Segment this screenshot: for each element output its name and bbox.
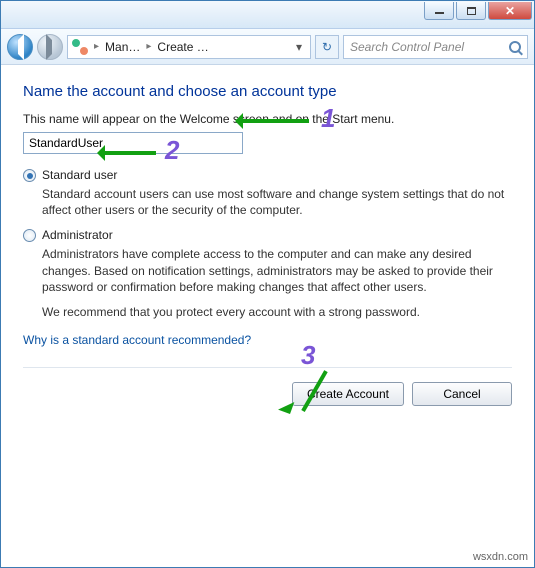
close-button[interactable]: ✕ [488, 2, 532, 20]
control-panel-icon [72, 39, 88, 55]
desc-admin: Administrators have complete access to t… [42, 246, 512, 295]
label-admin: Administrator [42, 228, 113, 242]
refresh-button[interactable]: ↻ [315, 35, 339, 59]
maximize-button[interactable] [456, 2, 486, 20]
search-placeholder: Search Control Panel [350, 40, 464, 54]
option-admin[interactable]: Administrator [23, 228, 512, 242]
minimize-icon [435, 12, 444, 14]
label-standard: Standard user [42, 168, 117, 182]
chevron-right-icon: ▸ [144, 41, 153, 52]
close-icon: ✕ [505, 4, 515, 18]
content-area: Name the account and choose an account t… [1, 65, 534, 422]
password-recommendation: We recommend that you protect every acco… [42, 305, 512, 319]
page-heading: Name the account and choose an account t… [23, 83, 512, 100]
address-dropdown-icon[interactable]: ▾ [292, 40, 306, 54]
breadcrumb-1[interactable]: Man… [105, 40, 140, 54]
minimize-button[interactable] [424, 2, 454, 20]
account-type-group: Standard user Standard account users can… [23, 168, 512, 319]
option-standard[interactable]: Standard user [23, 168, 512, 182]
nav-toolbar: ▸ Man… ▸ Create … ▾ ↻ Search Control Pan… [1, 29, 534, 65]
account-name-input[interactable] [23, 132, 243, 154]
desc-standard: Standard account users can use most soft… [42, 186, 512, 218]
refresh-icon: ↻ [322, 40, 332, 54]
chevron-right-icon: ▸ [92, 41, 101, 52]
search-icon [509, 41, 521, 53]
why-standard-link[interactable]: Why is a standard account recommended? [23, 333, 512, 347]
watermark: wsxdn.com [473, 551, 528, 563]
create-account-button[interactable]: Create Account [292, 382, 404, 406]
radio-standard[interactable] [23, 169, 36, 182]
cancel-button[interactable]: Cancel [412, 382, 512, 406]
window-frame: ✕ ▸ Man… ▸ Create … ▾ ↻ Search Control P… [0, 0, 535, 568]
maximize-icon [467, 7, 476, 15]
button-row: Create Account Cancel [23, 367, 512, 406]
arrow-left-icon [12, 40, 28, 54]
titlebar: ✕ [1, 1, 534, 29]
radio-admin[interactable] [23, 229, 36, 242]
forward-button[interactable] [37, 34, 63, 60]
breadcrumb-2[interactable]: Create … [157, 40, 208, 54]
address-bar[interactable]: ▸ Man… ▸ Create … ▾ [67, 35, 311, 59]
search-box[interactable]: Search Control Panel [343, 35, 528, 59]
back-button[interactable] [7, 34, 33, 60]
arrow-right-icon [42, 40, 58, 54]
intro-text: This name will appear on the Welcome scr… [23, 112, 512, 126]
